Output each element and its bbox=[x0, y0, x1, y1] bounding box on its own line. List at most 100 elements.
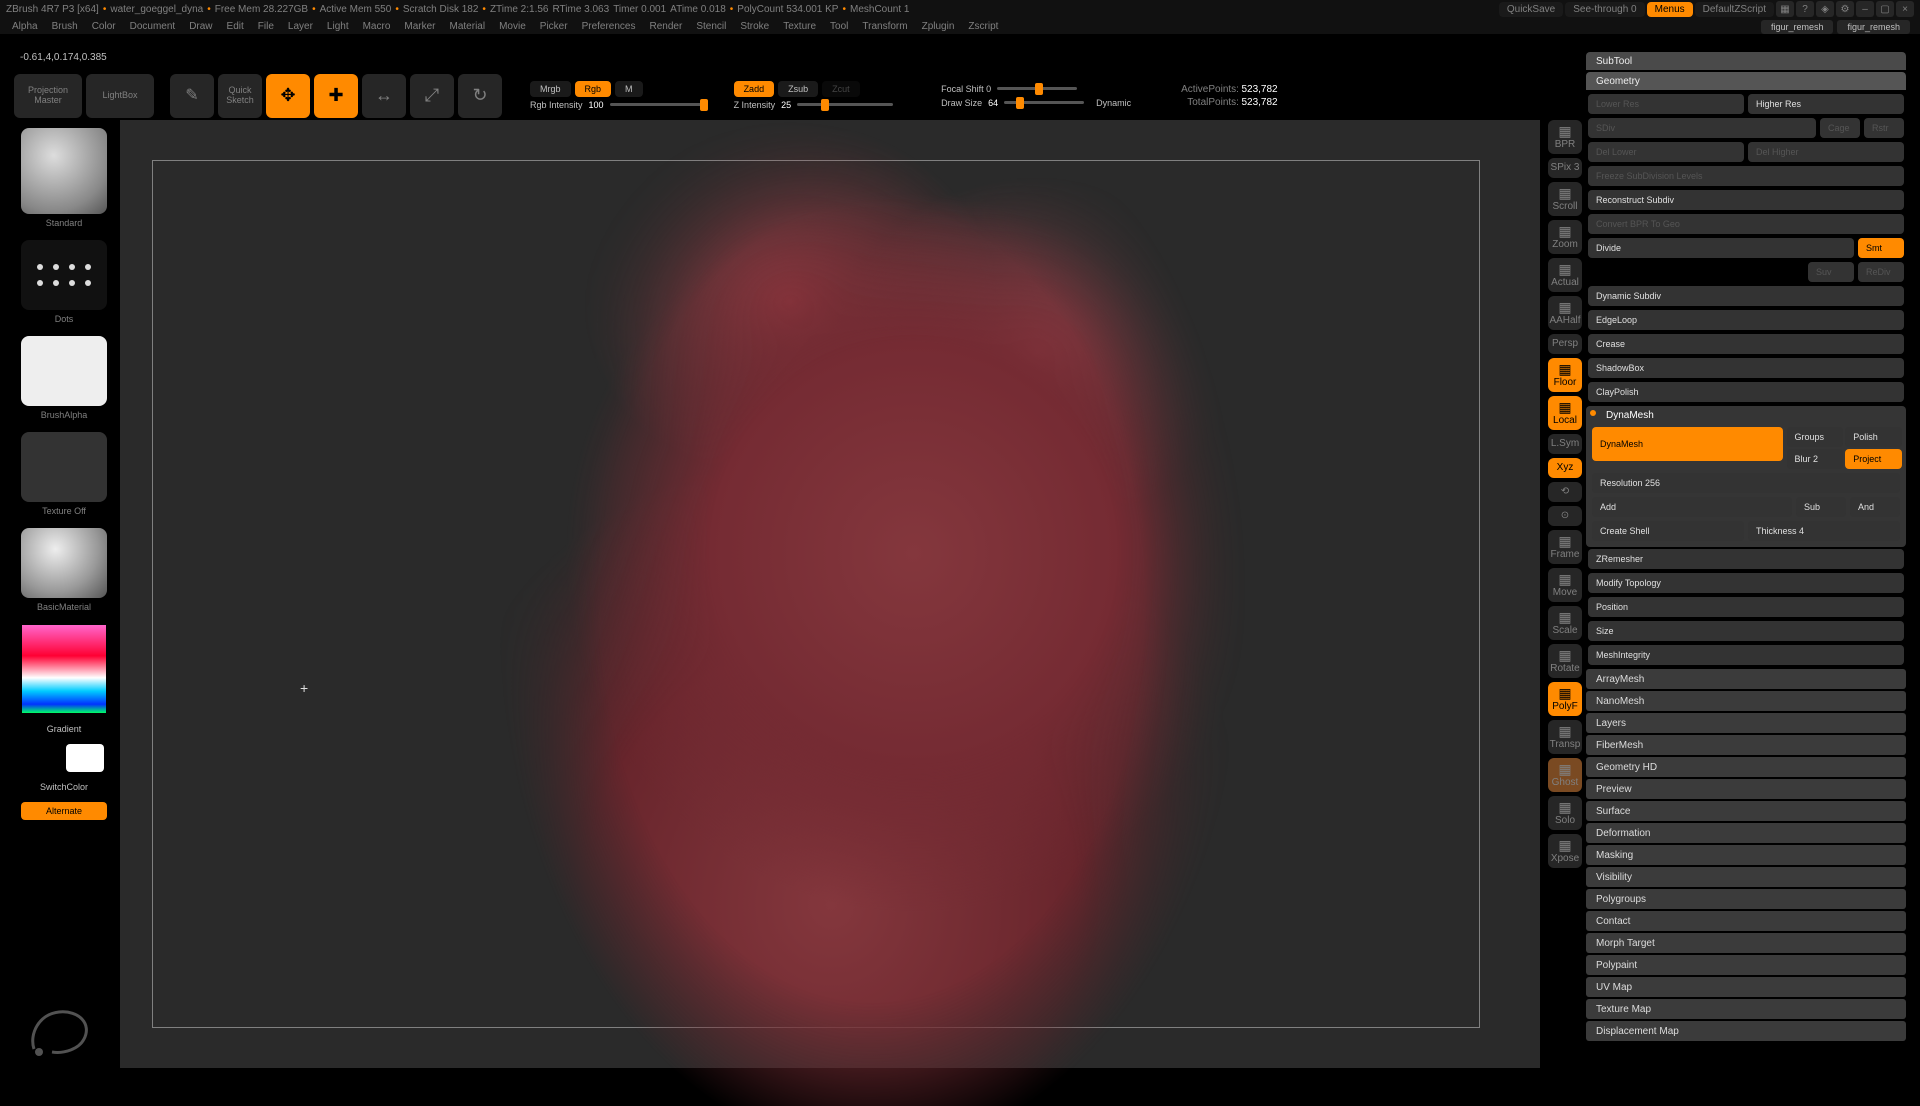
rail-xpose[interactable]: ▦Xpose bbox=[1548, 834, 1582, 868]
section-displacement-map[interactable]: Displacement Map bbox=[1586, 1021, 1906, 1041]
section-polygroups[interactable]: Polygroups bbox=[1586, 889, 1906, 909]
rail-solo[interactable]: ▦Solo bbox=[1548, 796, 1582, 830]
dynamesh-button[interactable]: DynaMesh bbox=[1592, 427, 1783, 461]
rail-l-sym[interactable]: L.Sym bbox=[1548, 434, 1582, 454]
shadowbox-button[interactable]: ShadowBox bbox=[1588, 358, 1904, 378]
m-chip[interactable]: M bbox=[615, 81, 643, 97]
switch-color-button[interactable]: SwitchColor bbox=[21, 778, 107, 796]
lightbox-button[interactable]: LightBox bbox=[86, 74, 154, 118]
freeze-subdiv-button[interactable]: Freeze SubDivision Levels bbox=[1588, 166, 1904, 186]
rail-frame[interactable]: ▦Frame bbox=[1548, 530, 1582, 564]
section-contact[interactable]: Contact bbox=[1586, 911, 1906, 931]
help-icon[interactable]: ? bbox=[1796, 1, 1814, 17]
draw-button[interactable]: ✚ bbox=[314, 74, 358, 118]
menu-alpha[interactable]: Alpha bbox=[6, 21, 44, 32]
menus-button[interactable]: Menus bbox=[1647, 2, 1693, 17]
rail-persp[interactable]: Persp bbox=[1548, 334, 1582, 354]
position-button[interactable]: Position bbox=[1588, 597, 1904, 617]
dynamic-label[interactable]: Dynamic bbox=[1096, 98, 1131, 108]
move-button[interactable]: ↔ bbox=[362, 74, 406, 118]
menu-zscript[interactable]: Zscript bbox=[962, 21, 1004, 32]
swatch-white[interactable] bbox=[66, 744, 104, 772]
z-intensity-slider[interactable] bbox=[797, 99, 893, 111]
sub-button[interactable]: Sub bbox=[1796, 497, 1846, 517]
edit-button[interactable]: ✥ bbox=[266, 74, 310, 118]
rail--[interactable]: ⟲ bbox=[1548, 482, 1582, 502]
rail-spix-3[interactable]: SPix 3 bbox=[1548, 158, 1582, 178]
size-button[interactable]: Size bbox=[1588, 621, 1904, 641]
alternate-button[interactable]: Alternate bbox=[21, 802, 107, 820]
color-icon[interactable]: ◈ bbox=[1816, 1, 1834, 17]
rstr-button[interactable]: Rstr bbox=[1864, 118, 1904, 138]
section-polypaint[interactable]: Polypaint bbox=[1586, 955, 1906, 975]
rail-zoom[interactable]: ▦Zoom bbox=[1548, 220, 1582, 254]
material-thumb[interactable]: BasicMaterial bbox=[21, 528, 107, 598]
rgb-intensity-slider[interactable] bbox=[610, 99, 706, 111]
menu-file[interactable]: File bbox=[252, 21, 280, 32]
rail-bpr[interactable]: ▦BPR bbox=[1548, 120, 1582, 154]
menu-edit[interactable]: Edit bbox=[221, 21, 250, 32]
menu-render[interactable]: Render bbox=[644, 21, 689, 32]
section-visibility[interactable]: Visibility bbox=[1586, 867, 1906, 887]
rail-aahalf[interactable]: ▦AAHalf bbox=[1548, 296, 1582, 330]
menu-stencil[interactable]: Stencil bbox=[690, 21, 732, 32]
sdiv-slider[interactable]: SDiv bbox=[1588, 118, 1816, 138]
rotate-button[interactable]: ↻ bbox=[458, 74, 502, 118]
section-deformation[interactable]: Deformation bbox=[1586, 823, 1906, 843]
del-lower-button[interactable]: Del Lower bbox=[1588, 142, 1744, 162]
rail-local[interactable]: ▦Local bbox=[1548, 396, 1582, 430]
color-picker[interactable] bbox=[21, 624, 107, 714]
menu-brush[interactable]: Brush bbox=[46, 21, 84, 32]
subtool-header[interactable]: SubTool bbox=[1586, 52, 1906, 70]
geometry-header[interactable]: Geometry bbox=[1586, 72, 1906, 90]
create-shell-button[interactable]: Create Shell bbox=[1592, 521, 1744, 541]
menu-stroke[interactable]: Stroke bbox=[734, 21, 775, 32]
suv-button[interactable]: Suv bbox=[1808, 262, 1854, 282]
rail-xyz[interactable]: Xyz bbox=[1548, 458, 1582, 478]
texture-thumb[interactable]: Texture Off bbox=[21, 432, 107, 502]
del-higher-button[interactable]: Del Higher bbox=[1748, 142, 1904, 162]
tool-tab-1[interactable]: figur_remesh bbox=[1761, 20, 1834, 34]
rail-ghost[interactable]: ▦Ghost bbox=[1548, 758, 1582, 792]
rail-scroll[interactable]: ▦Scroll bbox=[1548, 182, 1582, 216]
higher-res-button[interactable]: Higher Res bbox=[1748, 94, 1904, 114]
blur-slider[interactable]: Blur 2 bbox=[1787, 449, 1844, 469]
quicksave-button[interactable]: QuickSave bbox=[1499, 2, 1563, 17]
section-preview[interactable]: Preview bbox=[1586, 779, 1906, 799]
prefs-icon[interactable]: ⚙ bbox=[1836, 1, 1854, 17]
menu-marker[interactable]: Marker bbox=[398, 21, 441, 32]
menu-zplugin[interactable]: Zplugin bbox=[916, 21, 961, 32]
canvas[interactable]: + bbox=[120, 120, 1540, 1068]
section-masking[interactable]: Masking bbox=[1586, 845, 1906, 865]
mesh-integrity-button[interactable]: MeshIntegrity bbox=[1588, 645, 1904, 665]
section-fibermesh[interactable]: FiberMesh bbox=[1586, 735, 1906, 755]
project-button[interactable]: Project bbox=[1845, 449, 1902, 469]
quick-sketch-icon[interactable]: ✎ bbox=[170, 74, 214, 118]
minimize-icon[interactable]: – bbox=[1856, 1, 1874, 17]
menu-material[interactable]: Material bbox=[444, 21, 492, 32]
add-button[interactable]: Add bbox=[1592, 497, 1792, 517]
rail--[interactable]: ⊙ bbox=[1548, 506, 1582, 526]
section-arraymesh[interactable]: ArrayMesh bbox=[1586, 669, 1906, 689]
default-zscript-button[interactable]: DefaultZScript bbox=[1695, 2, 1774, 17]
resolution-slider[interactable]: Resolution 256 bbox=[1592, 473, 1900, 493]
draw-size-slider[interactable] bbox=[1004, 97, 1084, 109]
crease-button[interactable]: Crease bbox=[1588, 334, 1904, 354]
brush-alpha-thumb[interactable]: BrushAlpha bbox=[21, 336, 107, 406]
rail-polyf[interactable]: ▦PolyF bbox=[1548, 682, 1582, 716]
menu-layer[interactable]: Layer bbox=[282, 21, 319, 32]
menu-document[interactable]: Document bbox=[124, 21, 182, 32]
quick-sketch-label[interactable]: Quick Sketch bbox=[218, 74, 262, 118]
and-button[interactable]: And bbox=[1850, 497, 1900, 517]
tool-tab-2[interactable]: figur_remesh bbox=[1837, 20, 1910, 34]
menu-draw[interactable]: Draw bbox=[183, 21, 218, 32]
gradient-button[interactable]: Gradient bbox=[21, 720, 107, 738]
zadd-chip[interactable]: Zadd bbox=[734, 81, 775, 97]
swatch-black[interactable] bbox=[24, 744, 62, 772]
convert-bpr-button[interactable]: Convert BPR To Geo bbox=[1588, 214, 1904, 234]
section-uv-map[interactable]: UV Map bbox=[1586, 977, 1906, 997]
dynamic-subdiv-button[interactable]: Dynamic Subdiv bbox=[1588, 286, 1904, 306]
cage-button[interactable]: Cage bbox=[1820, 118, 1860, 138]
rail-rotate[interactable]: ▦Rotate bbox=[1548, 644, 1582, 678]
scale-button[interactable]: ⤢ bbox=[410, 74, 454, 118]
